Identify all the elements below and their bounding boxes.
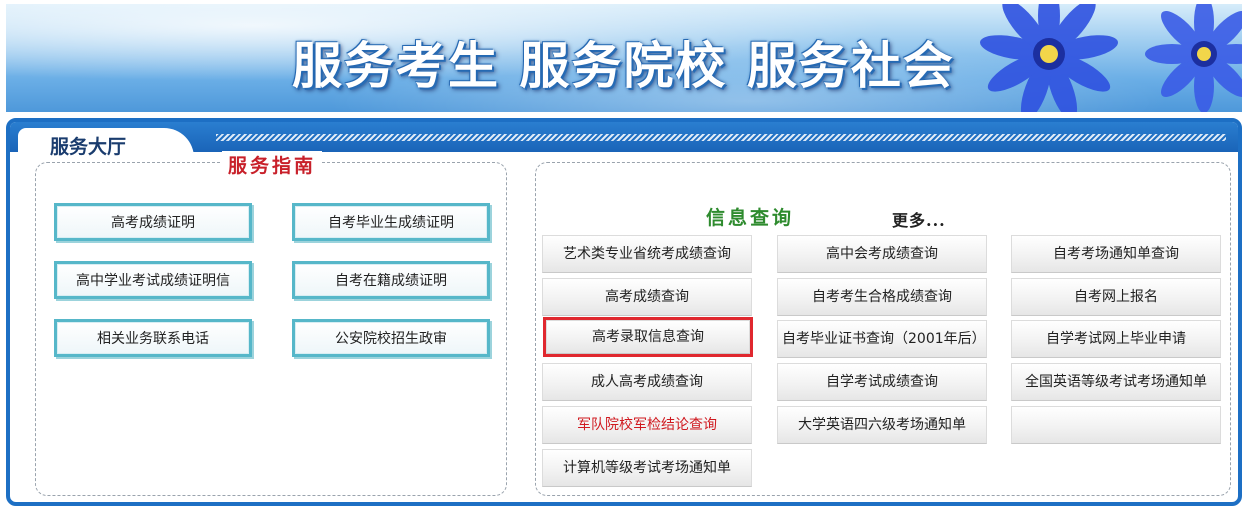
more-link[interactable]: 更多... bbox=[892, 207, 946, 231]
query-button[interactable]: 艺术类专业省统考成绩查询 bbox=[542, 235, 752, 273]
service-guide-box: 服务指南 高考成绩证明 自考毕业生成绩证明 高中学业考试成绩证明信 自考在籍成绩… bbox=[35, 151, 507, 496]
query-button[interactable]: 自考考场通知单查询 bbox=[1011, 235, 1221, 273]
query-button[interactable]: 自学考试成绩查询 bbox=[777, 363, 987, 401]
panel-header bbox=[10, 122, 1238, 152]
flower-icon bbox=[974, 4, 1124, 112]
query-button[interactable]: 全国英语等级考试考场通知单 bbox=[1011, 363, 1221, 401]
guide-button[interactable]: 相关业务联系电话 bbox=[54, 319, 252, 357]
guide-button[interactable]: 高中学业考试成绩证明信 bbox=[54, 261, 252, 299]
query-button[interactable]: 高考成绩查询 bbox=[542, 278, 752, 316]
info-query-box: 信息查询 更多... 艺术类专业省统考成绩查询 高考成绩查询 高考录取信息查询 … bbox=[535, 162, 1231, 496]
query-button[interactable]: 自考考生合格成绩查询 bbox=[777, 278, 987, 316]
query-button[interactable]: 自考网上报名 bbox=[1011, 278, 1221, 316]
guide-button[interactable]: 公安院校招生政审 bbox=[292, 319, 490, 357]
service-guide-title: 服务指南 bbox=[222, 151, 323, 178]
query-button[interactable]: 自学考试网上毕业申请 bbox=[1011, 320, 1221, 358]
info-query-title: 信息查询 bbox=[700, 203, 801, 230]
query-button[interactable]: 计算机等级考试考场通知单 bbox=[542, 449, 752, 487]
query-button[interactable]: 高中会考成绩查询 bbox=[777, 235, 987, 273]
guide-button[interactable]: 高考成绩证明 bbox=[54, 203, 252, 241]
guide-button[interactable]: 自考毕业生成绩证明 bbox=[292, 203, 490, 241]
query-button-highlighted[interactable]: 高考录取信息查询 bbox=[543, 317, 753, 357]
query-button-empty[interactable] bbox=[1011, 406, 1221, 444]
hall-title: 服务大厅 bbox=[50, 136, 127, 158]
header-banner: 服务考生 服务院校 服务社会 bbox=[6, 4, 1242, 112]
query-button[interactable]: 自考毕业证书查询（2001年后） bbox=[777, 320, 987, 358]
query-button[interactable]: 军队院校军检结论查询 bbox=[542, 406, 752, 444]
service-hall-panel: 服务大厅 服务指南 高考成绩证明 自考毕业生成绩证明 高中学业考试成绩证明信 自… bbox=[6, 118, 1242, 506]
query-button[interactable]: 大学英语四六级考场通知单 bbox=[777, 406, 987, 444]
flower-icon bbox=[1134, 4, 1242, 112]
query-button[interactable]: 成人高考成绩查询 bbox=[542, 363, 752, 401]
banner-slogan: 服务考生 服务院校 服务社会 bbox=[292, 37, 955, 95]
guide-button[interactable]: 自考在籍成绩证明 bbox=[292, 261, 490, 299]
header-divider bbox=[216, 134, 1226, 141]
